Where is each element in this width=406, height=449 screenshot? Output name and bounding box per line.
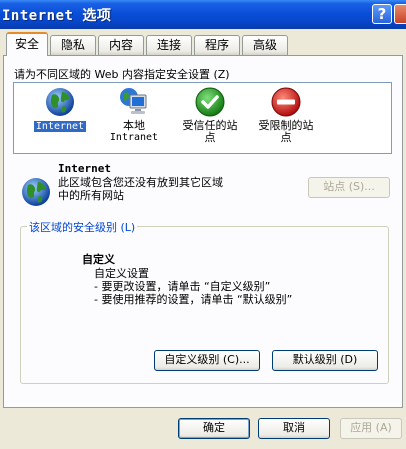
sites-button[interactable]: 站点 (S)... (308, 177, 390, 198)
zone-list: Internet 本地 Intranet 受信任的站 点 受限制的站 点 (13, 82, 392, 154)
apply-button[interactable]: 应用 (A) (340, 418, 402, 439)
tab-content[interactable]: 内容 (98, 35, 144, 55)
zone-trusted-sites[interactable]: 受信任的站 点 (170, 83, 250, 144)
window-title: Internet 选项 (2, 8, 112, 24)
tab-advanced[interactable]: 高级 (242, 35, 288, 55)
zone-internet-label: Internet (33, 121, 87, 132)
trusted-checkmark-icon (195, 87, 225, 117)
selected-zone-description: 此区域包含您还没有放到其它区域 中的所有网站 (58, 176, 258, 202)
custom-level-button[interactable]: 自定义级别 (C)... (154, 350, 260, 371)
intranet-computer-icon (120, 88, 147, 114)
zone-description-line2: 中的所有网站 (58, 189, 124, 202)
zone-description-line1: 此区域包含您还没有放到其它区域 (58, 176, 223, 189)
title-bar[interactable]: Internet 选项 ? (0, 0, 406, 29)
security-level-group-title: 该区域的安全级别 (L) (27, 219, 138, 235)
internet-options-window: Internet 选项 ? 安全 隐私 内容 连接 程序 高级 请为不同区域的 … (0, 0, 406, 449)
globe-icon (22, 178, 50, 206)
zone-restricted-label-line2: 点 (280, 131, 292, 144)
restricted-icon (271, 87, 301, 117)
zone-trusted-label-line2: 点 (204, 131, 216, 144)
zone-intranet-label-line1: 本地 (123, 119, 145, 132)
level-description-line: - 要使用推荐的设置，请单击 “默认级别” (94, 293, 293, 306)
zone-intranet-label-line2: Intranet (109, 132, 159, 143)
tab-privacy[interactable]: 隐私 (50, 35, 96, 55)
default-level-button[interactable]: 默认级别 (D) (272, 350, 378, 371)
help-button[interactable]: ? (372, 4, 392, 24)
tab-connections[interactable]: 连接 (146, 35, 192, 55)
zone-prompt-label: 请为不同区域的 Web 内容指定安全设置 (Z) (14, 68, 230, 81)
tab-programs[interactable]: 程序 (194, 35, 240, 55)
cancel-button[interactable]: 取消 (258, 418, 330, 439)
zone-internet[interactable]: Internet (20, 83, 100, 133)
globe-icon (46, 88, 74, 116)
tab-security[interactable]: 安全 (6, 32, 48, 56)
zone-local-intranet[interactable]: 本地 Intranet (94, 83, 174, 144)
zone-restricted-sites[interactable]: 受限制的站 点 (246, 83, 326, 144)
close-button[interactable] (394, 4, 406, 24)
selected-zone-name: Internet (58, 162, 111, 175)
ok-button[interactable]: 确定 (178, 418, 250, 439)
